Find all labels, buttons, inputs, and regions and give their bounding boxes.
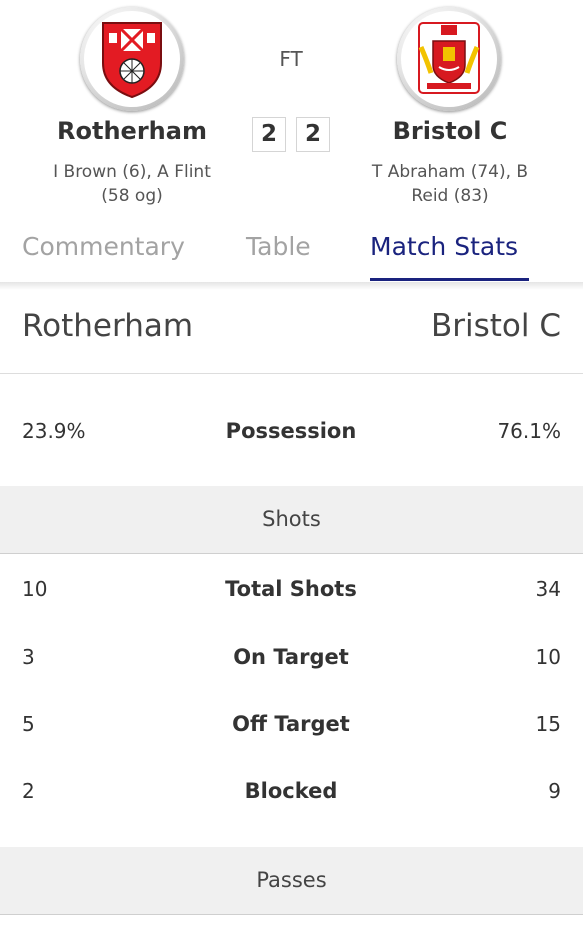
stat-home-value: 23.9% <box>22 419 86 443</box>
tab-bar: Commentary Table Match Stats <box>0 228 583 282</box>
stat-row-blocked: 2 Blocked 9 <box>0 757 583 825</box>
stat-home-value: 3 <box>22 645 35 669</box>
stat-row-total-shots: 10 Total Shots 34 <box>0 555 583 623</box>
bristol-city-crest-icon <box>418 22 480 94</box>
stat-away-value: 9 <box>548 779 561 803</box>
stat-label: Total Shots <box>225 577 357 601</box>
tab-match-stats[interactable]: Match Stats <box>370 232 518 261</box>
stat-home-value: 10 <box>22 577 48 601</box>
stat-row-off-target: 5 Off Target 15 <box>0 690 583 758</box>
stat-row-on-target: 3 On Target 10 <box>0 623 583 691</box>
stat-away-value: 76.1% <box>497 419 561 443</box>
match-status: FT <box>279 47 303 71</box>
away-team-badge[interactable] <box>397 7 501 111</box>
away-team-name[interactable]: Bristol C <box>340 117 560 145</box>
stat-row-possession: 23.9% Possession 76.1% <box>0 397 583 465</box>
home-team-name[interactable]: Rotherham <box>22 117 242 145</box>
section-header-shots: Shots <box>0 486 583 554</box>
home-team-badge[interactable] <box>80 7 184 111</box>
tab-table[interactable]: Table <box>246 232 311 261</box>
header-shadow <box>0 282 583 290</box>
stat-home-value: 5 <box>22 712 35 736</box>
tab-commentary[interactable]: Commentary <box>22 232 185 261</box>
stats-away-team: Bristol C <box>430 308 561 344</box>
rotherham-crest-icon <box>102 22 162 99</box>
stats-team-header: Rotherham Bristol C <box>0 290 583 374</box>
stat-label: Off Target <box>232 712 350 736</box>
section-title: Passes <box>256 868 327 892</box>
away-score: 2 <box>296 117 330 152</box>
stat-label: On Target <box>233 645 349 669</box>
home-score: 2 <box>252 117 286 152</box>
match-header: FT Rotherham Bristol C 2 2 I Brown (6), … <box>0 0 583 282</box>
section-title: Shots <box>262 507 321 531</box>
stats-home-team: Rotherham <box>22 308 194 344</box>
stat-away-value: 15 <box>535 712 561 736</box>
stat-label: Blocked <box>244 779 338 803</box>
home-scorers: I Brown (6), A Flint (58 og) <box>53 162 211 206</box>
section-header-passes: Passes <box>0 847 583 915</box>
stat-away-value: 34 <box>535 577 561 601</box>
away-scorers: T Abraham (74), B Reid (83) <box>371 162 529 206</box>
stat-home-value: 2 <box>22 779 35 803</box>
stat-label: Possession <box>225 419 357 443</box>
stat-away-value: 10 <box>535 645 561 669</box>
active-tab-indicator <box>370 278 529 281</box>
